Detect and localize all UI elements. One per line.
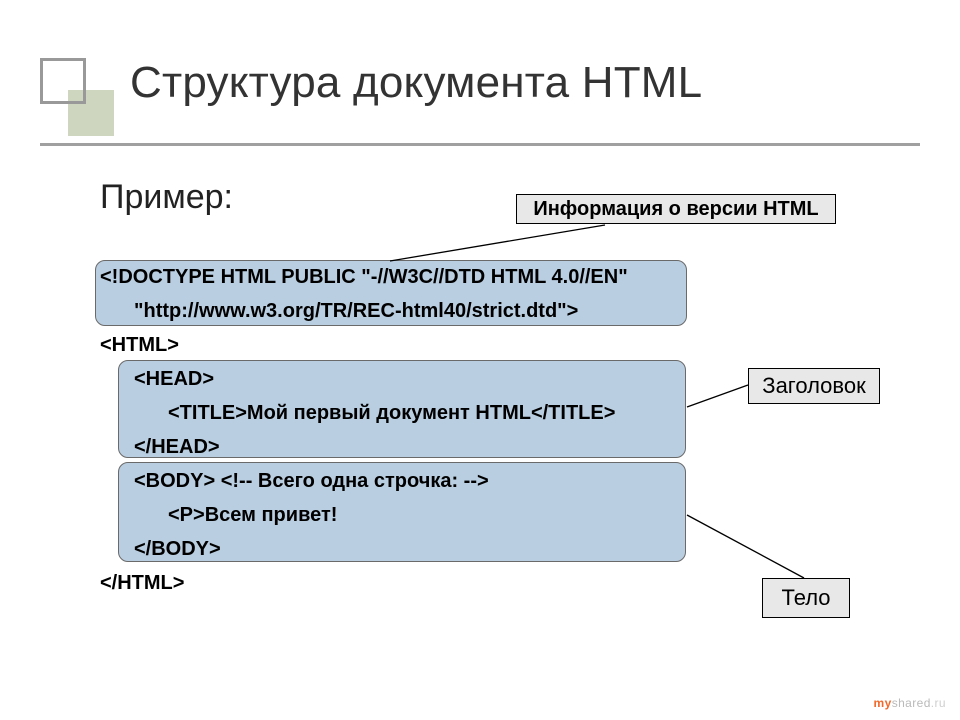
decor-square-outline	[40, 58, 86, 104]
code-line: </BODY>	[100, 532, 680, 566]
subtitle: Пример:	[100, 178, 233, 217]
code-line: </HEAD>	[100, 430, 680, 464]
label-body: Тело	[762, 578, 850, 618]
code-line: <P>Всем привет!	[100, 498, 680, 532]
code-line: </HTML>	[100, 566, 680, 600]
code-line: "http://www.w3.org/TR/REC-html40/strict.…	[100, 294, 680, 328]
watermark-ru: ru	[935, 696, 946, 710]
watermark: myshared.ru	[874, 696, 946, 710]
code-line: <!DOCTYPE HTML PUBLIC "-//W3C//DTD HTML …	[100, 260, 680, 294]
code-region: <!DOCTYPE HTML PUBLIC "-//W3C//DTD HTML …	[100, 260, 680, 600]
label-header: Заголовок	[748, 368, 880, 404]
watermark-shared: shared	[892, 696, 931, 710]
watermark-my: my	[874, 696, 892, 710]
slide: Структура документа HTML Пример: <!DOCTY…	[0, 0, 960, 720]
code-line: <HEAD>	[100, 362, 680, 396]
title-underline	[40, 143, 920, 146]
code-line: <TITLE>Мой первый документ HTML</TITLE>	[100, 396, 680, 430]
label-version-info: Информация о версии HTML	[516, 194, 836, 224]
code-line: <HTML>	[100, 328, 680, 362]
page-title: Структура документа HTML	[130, 58, 920, 108]
code-line: <BODY> <!-- Всего одна строчка: -->	[100, 464, 680, 498]
